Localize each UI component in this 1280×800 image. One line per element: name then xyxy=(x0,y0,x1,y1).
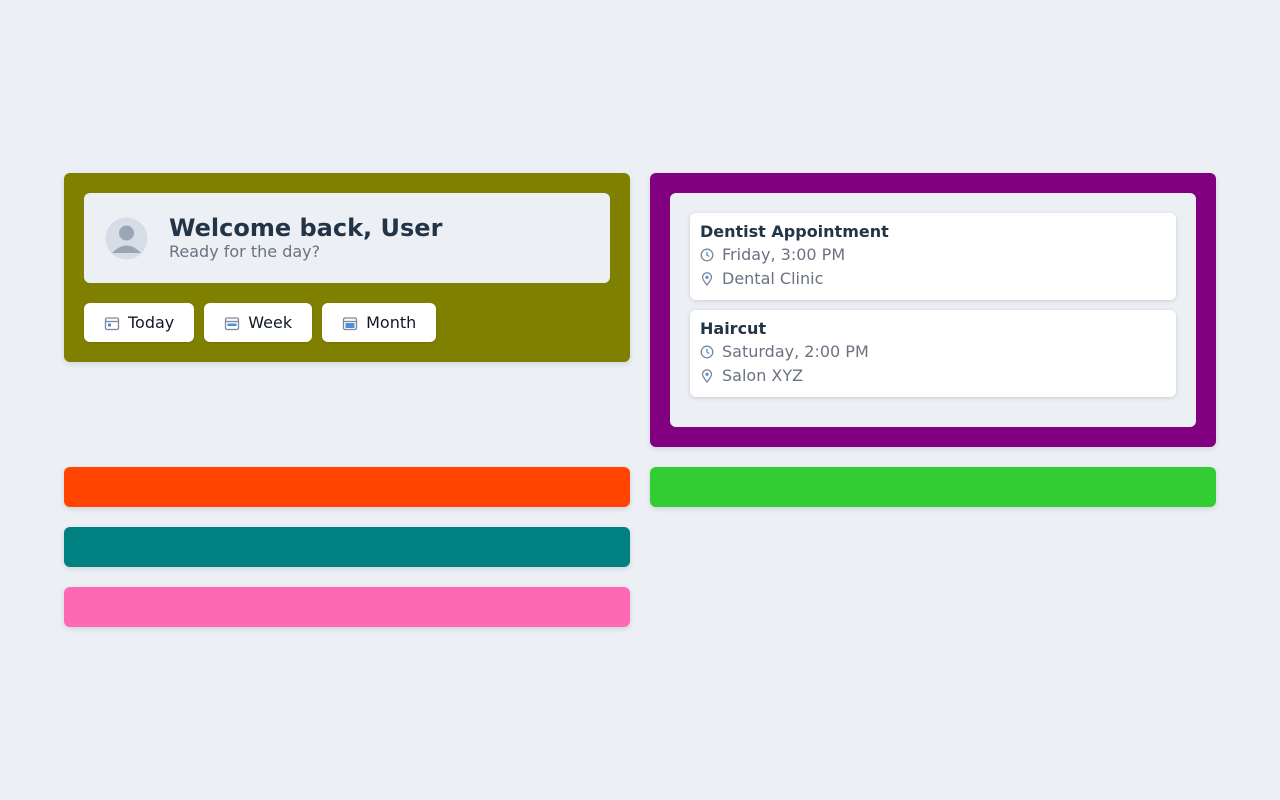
view-button-row: Today Week Month xyxy=(84,303,610,342)
appointment-location: Dental Clinic xyxy=(722,269,824,288)
location-pin-icon xyxy=(700,369,714,383)
appointments-panel: Dentist Appointment Friday, 3:00 PM Dent… xyxy=(650,173,1216,447)
welcome-subtitle: Ready for the day? xyxy=(169,242,321,261)
appointment-title: Dentist Appointment xyxy=(700,222,889,241)
week-button[interactable]: Week xyxy=(204,303,313,342)
welcome-panel: Welcome back, User Ready for the day? To… xyxy=(64,173,630,362)
appointment-location: Salon XYZ xyxy=(722,366,804,385)
calendar-day-icon xyxy=(104,315,120,331)
welcome-card: Welcome back, User Ready for the day? xyxy=(84,193,610,283)
calendar-month-icon xyxy=(342,315,358,331)
avatar xyxy=(104,216,149,261)
today-button-label: Today xyxy=(128,313,175,332)
user-avatar-icon xyxy=(105,217,148,259)
appointment-location-row: Dental Clinic xyxy=(700,267,1166,291)
appointment-time: Friday, 3:00 PM xyxy=(722,245,846,264)
pink-panel xyxy=(64,587,630,627)
today-button[interactable]: Today xyxy=(84,303,195,342)
calendar-week-icon xyxy=(224,315,240,331)
appointment-time: Saturday, 2:00 PM xyxy=(722,342,869,361)
welcome-text: Welcome back, User Ready for the day? xyxy=(169,214,442,262)
appointment-time-row: Saturday, 2:00 PM xyxy=(700,340,1166,364)
appointment-card[interactable]: Dentist Appointment Friday, 3:00 PM Dent… xyxy=(690,213,1176,300)
month-button-label: Month xyxy=(366,313,417,332)
appointment-time-row: Friday, 3:00 PM xyxy=(700,243,1166,267)
appointment-location-row: Salon XYZ xyxy=(700,364,1166,388)
location-pin-icon xyxy=(700,272,714,286)
clock-icon xyxy=(700,248,714,262)
appointment-card[interactable]: Haircut Saturday, 2:00 PM Salon XYZ xyxy=(690,310,1176,397)
orange-panel xyxy=(64,467,630,507)
green-panel xyxy=(650,467,1216,507)
appointment-title: Haircut xyxy=(700,319,767,338)
week-button-label: Week xyxy=(248,313,293,332)
welcome-title: Welcome back, User xyxy=(169,214,443,242)
teal-panel xyxy=(64,527,630,567)
appointments-list: Dentist Appointment Friday, 3:00 PM Dent… xyxy=(670,193,1196,427)
month-button[interactable]: Month xyxy=(322,303,437,342)
clock-icon xyxy=(700,345,714,359)
